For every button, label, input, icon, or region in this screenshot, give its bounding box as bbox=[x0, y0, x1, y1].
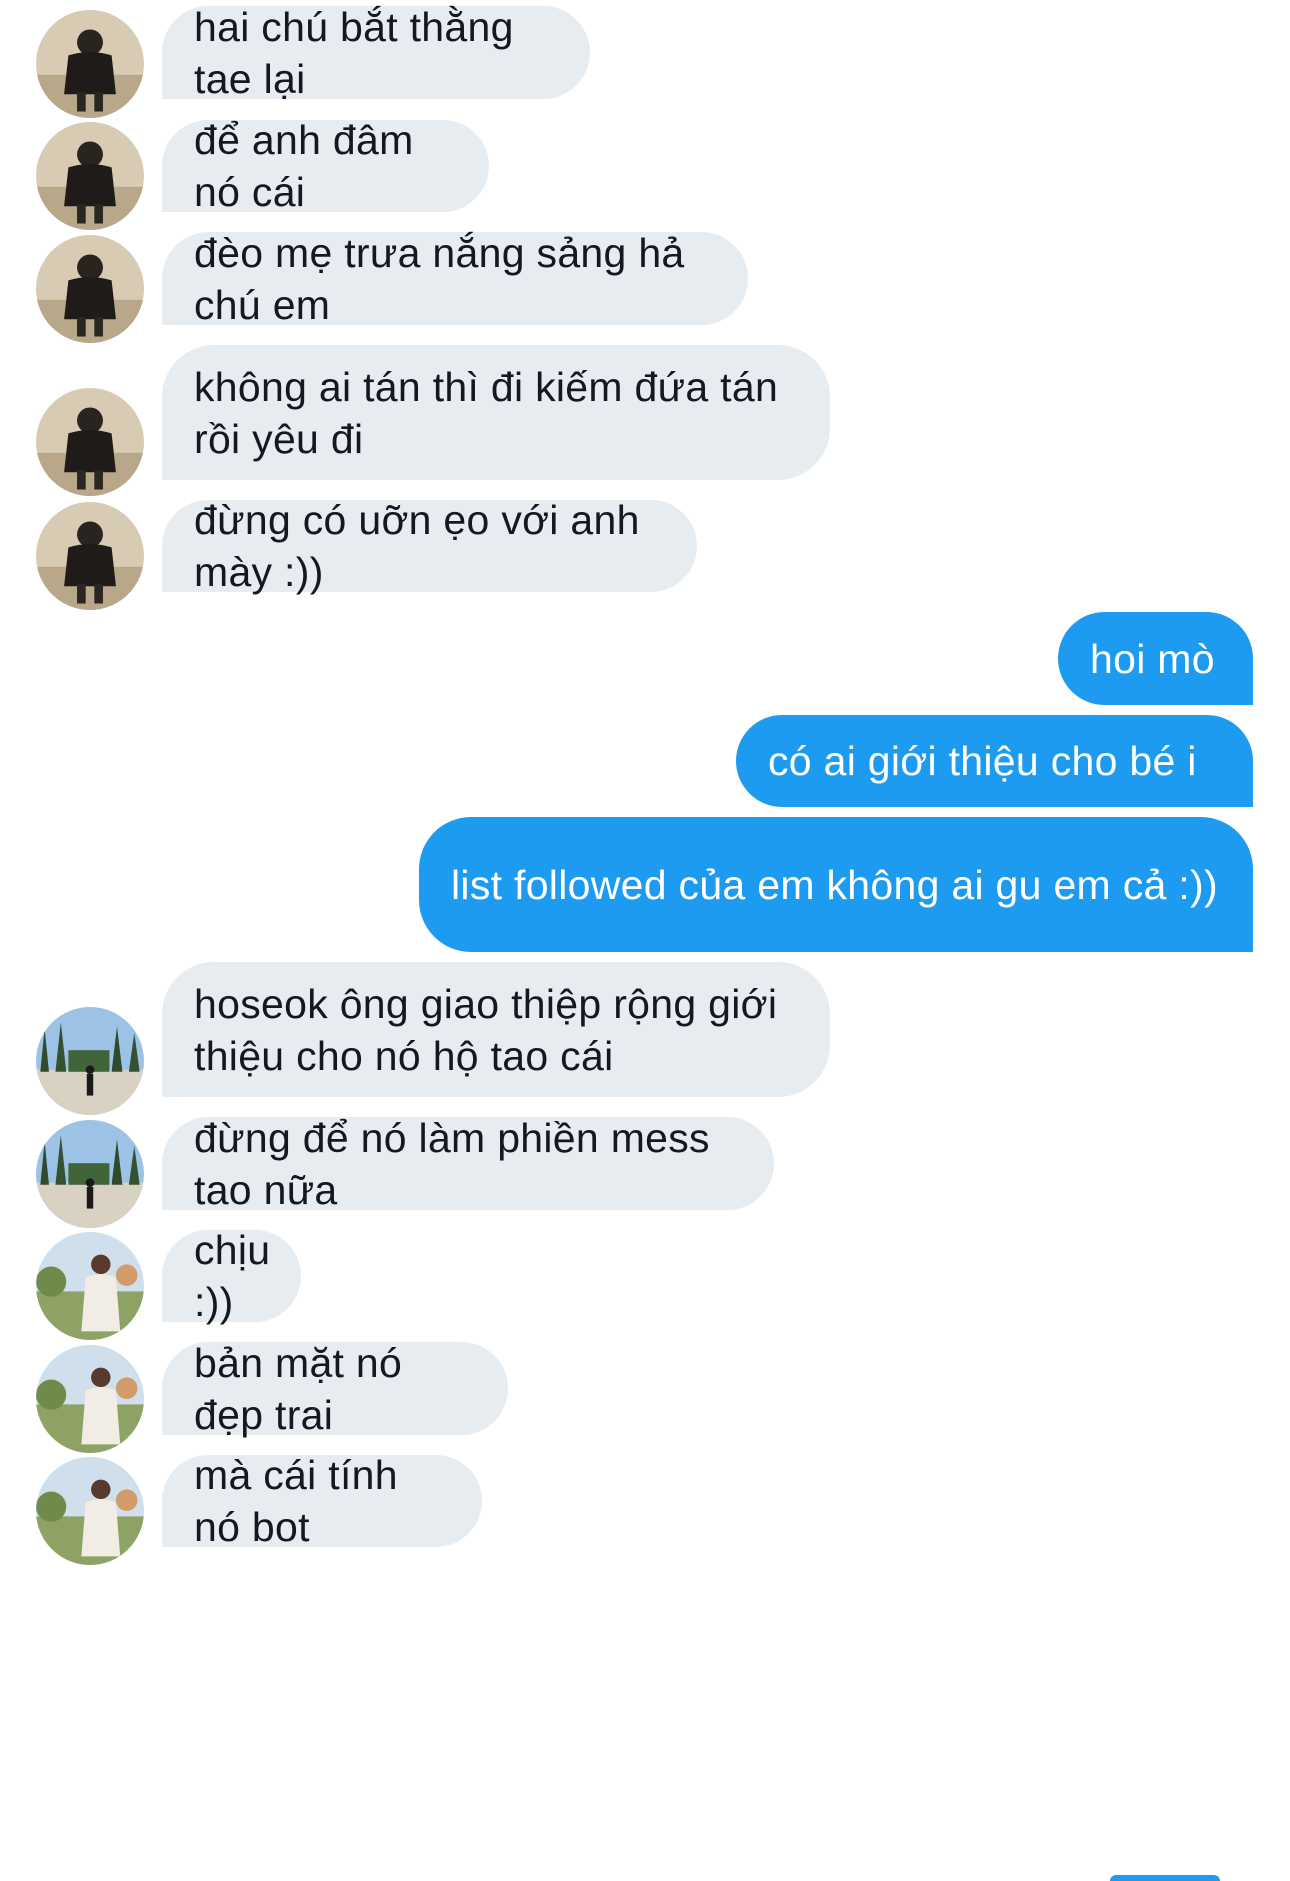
sender-avatar[interactable] bbox=[36, 502, 144, 610]
incoming-message[interactable]: đừng có uỡn ẹo với anh mày :)) bbox=[162, 497, 697, 595]
outgoing-message[interactable]: hoi mò bbox=[1058, 612, 1253, 705]
incoming-message[interactable]: đừng để nó làm phiền mess tao nữa bbox=[162, 1115, 774, 1213]
sender-avatar[interactable] bbox=[36, 235, 144, 343]
avatar-man-in-field-icon bbox=[36, 1345, 144, 1453]
avatar-man-black-jacket-icon bbox=[36, 122, 144, 230]
avatar-man-black-jacket-icon bbox=[36, 10, 144, 118]
incoming-message[interactable]: bản mặt nó đẹp trai bbox=[162, 1340, 508, 1438]
incoming-message[interactable]: để anh đâm nó cái bbox=[162, 117, 489, 215]
next-outgoing-message-edge bbox=[1110, 1875, 1220, 1881]
incoming-message[interactable]: chịu :)) bbox=[162, 1227, 301, 1325]
sender-avatar[interactable] bbox=[36, 1007, 144, 1115]
avatar-man-black-jacket-icon bbox=[36, 502, 144, 610]
sender-avatar[interactable] bbox=[36, 1345, 144, 1453]
incoming-message[interactable]: không ai tán thì đi kiếm đứa tán rồi yêu… bbox=[162, 345, 830, 480]
avatar-man-black-jacket-icon bbox=[36, 235, 144, 343]
incoming-message[interactable]: hai chú bắt thằng tae lại bbox=[162, 4, 590, 102]
outgoing-message[interactable]: có ai giới thiệu cho bé i bbox=[736, 715, 1253, 807]
avatar-man-in-garden-icon bbox=[36, 1007, 144, 1115]
sender-avatar[interactable] bbox=[36, 122, 144, 230]
sender-avatar[interactable] bbox=[36, 10, 144, 118]
incoming-message[interactable]: đèo mẹ trưa nắng sảng hả chú em bbox=[162, 230, 748, 328]
sender-avatar[interactable] bbox=[36, 1457, 144, 1565]
avatar-man-black-jacket-icon bbox=[36, 388, 144, 496]
avatar-man-in-garden-icon bbox=[36, 1120, 144, 1228]
incoming-message[interactable]: mà cái tính nó bot bbox=[162, 1452, 482, 1550]
avatar-man-in-field-icon bbox=[36, 1232, 144, 1340]
sender-avatar[interactable] bbox=[36, 388, 144, 496]
sender-avatar[interactable] bbox=[36, 1120, 144, 1228]
incoming-message[interactable]: hoseok ông giao thiệp rộng giới thiệu ch… bbox=[162, 962, 830, 1097]
outgoing-message[interactable]: list followed của em không ai gu em cả :… bbox=[419, 817, 1253, 952]
avatar-man-in-field-icon bbox=[36, 1457, 144, 1565]
sender-avatar[interactable] bbox=[36, 1232, 144, 1340]
